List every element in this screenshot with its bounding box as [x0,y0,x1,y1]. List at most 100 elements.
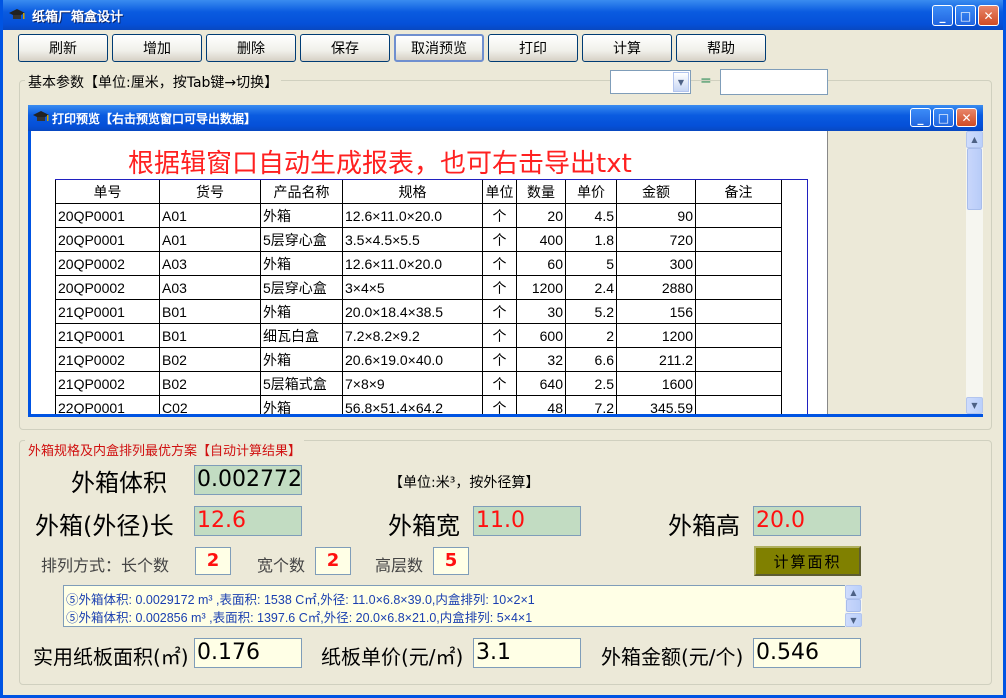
table-cell: 5 [565,251,617,276]
width-label: 外箱宽 [388,512,460,540]
maximize-button[interactable]: □ [955,5,976,26]
cancel-preview-button[interactable]: 取消预览 [394,34,484,62]
calculate-button[interactable]: 计算 [582,34,672,62]
scroll-up-icon[interactable]: ▲ [845,585,862,599]
table-cell [695,323,782,348]
param-combo[interactable]: ▼ [610,70,691,94]
table-row: 20QP0002 A03 5层穿心盒 3×4×5 个 1200 2.4 2880 [55,275,782,300]
preview-minimize-button[interactable]: _ [910,108,931,127]
column-header: 规格 [342,179,483,204]
memo-scroll-thumb[interactable] [846,599,861,612]
column-header: 单号 [55,179,160,204]
chevron-down-icon[interactable]: ▼ [673,72,689,92]
width-field[interactable]: 11.0 [473,506,581,536]
table-cell: 20 [516,203,566,228]
length-field[interactable]: 12.6 [194,506,302,536]
amount-field[interactable]: 0.546 [753,638,861,668]
price-field[interactable]: 3.1 [473,638,581,668]
memo-scrollbar[interactable]: ▲ ▼ [845,585,862,627]
table-cell [695,371,782,396]
table-cell [695,251,782,276]
arrange-label: 排列方式：长个数 [41,556,170,575]
save-button[interactable]: 保存 [300,34,390,62]
refresh-button[interactable]: 刷新 [18,34,108,62]
column-header: 金额 [616,179,696,204]
table-row: 21QP0001 B01 细瓦白盒 7.2×8.2×9.2 个 600 2 1200 [55,323,782,348]
scroll-thumb[interactable] [967,148,982,210]
table-cell: 个 [482,251,517,276]
column-header: 货号 [159,179,261,204]
scroll-down-icon[interactable]: ▼ [966,397,983,414]
length-label: 外箱(外径)长 [35,512,174,540]
price-label: 纸板单价(元/㎡) [321,645,464,669]
table-cell: 1200 [516,275,566,300]
table-cell: 5层穿心盒 [260,275,343,300]
report-table: 单号 货号 产品名称 规格 单位 数量 单价 金额 备注 20QP0001 A01 外箱 12.6×11… [55,179,782,414]
table-cell [695,347,782,372]
area-label: 实用纸板面积(㎡) [33,645,189,669]
width-count-label: 宽个数 [257,556,306,575]
table-cell [695,203,782,228]
minimize-button[interactable]: _ [932,5,953,26]
table-cell: 个 [482,347,517,372]
preview-title: 打印预览【右击预览窗口可导出数据】 [52,111,257,126]
preview-maximize-button[interactable]: □ [933,108,954,127]
table-cell: 20QP0001 [55,227,160,252]
table-cell: 6.6 [565,347,617,372]
table-cell: 156 [616,299,696,324]
table-cell: 1200 [616,323,696,348]
calc-area-button[interactable]: 计算面积 [754,546,861,576]
table-cell: 个 [482,371,517,396]
table-cell [695,395,782,414]
table-cell [695,227,782,252]
delete-button[interactable]: 删除 [206,34,296,62]
volume-field[interactable]: 0.002772 [194,465,302,495]
height-field[interactable]: 20.0 [753,506,861,536]
table-cell: 60 [516,251,566,276]
table-cell: 5层穿心盒 [260,227,343,252]
width-count-field[interactable]: 2 [315,547,351,575]
scroll-down-icon[interactable]: ▼ [845,613,862,627]
close-button[interactable]: ✕ [978,5,999,26]
table-cell: 外箱 [260,395,343,414]
param-result-field[interactable] [720,69,828,95]
table-cell: 20.6×19.0×40.0 [342,347,483,372]
height-label: 外箱高 [668,512,740,540]
table-cell: 12.6×11.0×20.0 [342,203,483,228]
window-title: 纸箱厂箱盒设计 [32,9,124,25]
scroll-up-icon[interactable]: ▲ [966,131,983,148]
title-bar[interactable]: 纸箱厂箱盒设计 _ □ ✕ [3,0,1003,30]
volume-label: 外箱体积 [71,469,167,497]
table-cell: 3.5×4.5×5.5 [342,227,483,252]
table-cell: 7×8×9 [342,371,483,396]
table-cell: 5层箱式盒 [260,371,343,396]
preview-content[interactable]: 根据辑窗口自动生成报表，也可右击导出txt 单号 货号 产品名称 规格 单位 数量 单价 金额… [34,131,966,414]
table-cell: 个 [482,203,517,228]
preview-scrollbar[interactable]: ▲ ▼ [966,131,983,414]
memo-line: ⑤外箱体积: 0.0029172 m³ ,表面积: 1538 C㎡,外径: 11… [66,593,535,607]
table-cell: 21QP0002 [55,347,160,372]
table-cell: 32 [516,347,566,372]
table-cell: 22QP0001 [55,395,160,414]
table-cell: 个 [482,395,517,414]
table-cell: 21QP0001 [55,323,160,348]
preview-close-button[interactable]: ✕ [956,108,977,127]
table-header-row: 单号 货号 产品名称 规格 单位 数量 单价 金额 备注 [55,179,782,204]
table-row: 22QP0001 C02 外箱 56.8×51.4×64.2 个 48 7.2 345.59 [55,395,782,414]
length-count-field[interactable]: 2 [195,547,231,575]
table-cell: 个 [482,227,517,252]
table-cell: 21QP0001 [55,299,160,324]
table-cell: 个 [482,275,517,300]
results-memo[interactable]: ⑤外箱体积: 0.0029172 m³ ,表面积: 1538 C㎡,外径: 11… [63,585,861,627]
area-field[interactable]: 0.176 [194,638,302,668]
height-count-field[interactable]: 5 [433,547,469,575]
add-button[interactable]: 增加 [112,34,202,62]
table-cell: 1.8 [565,227,617,252]
unit-note: 【单位:米³，按外径算】 [389,475,540,491]
preview-title-bar[interactable]: 打印预览【右击预览窗口可导出数据】 _ □ ✕ [28,105,983,131]
help-button[interactable]: 帮助 [676,34,766,62]
table-cell: 外箱 [260,251,343,276]
report-page[interactable]: 根据辑窗口自动生成报表，也可右击导出txt 单号 货号 产品名称 规格 单位 数量 单价 金额… [34,131,828,414]
print-button[interactable]: 打印 [488,34,578,62]
table-cell: 345.59 [616,395,696,414]
